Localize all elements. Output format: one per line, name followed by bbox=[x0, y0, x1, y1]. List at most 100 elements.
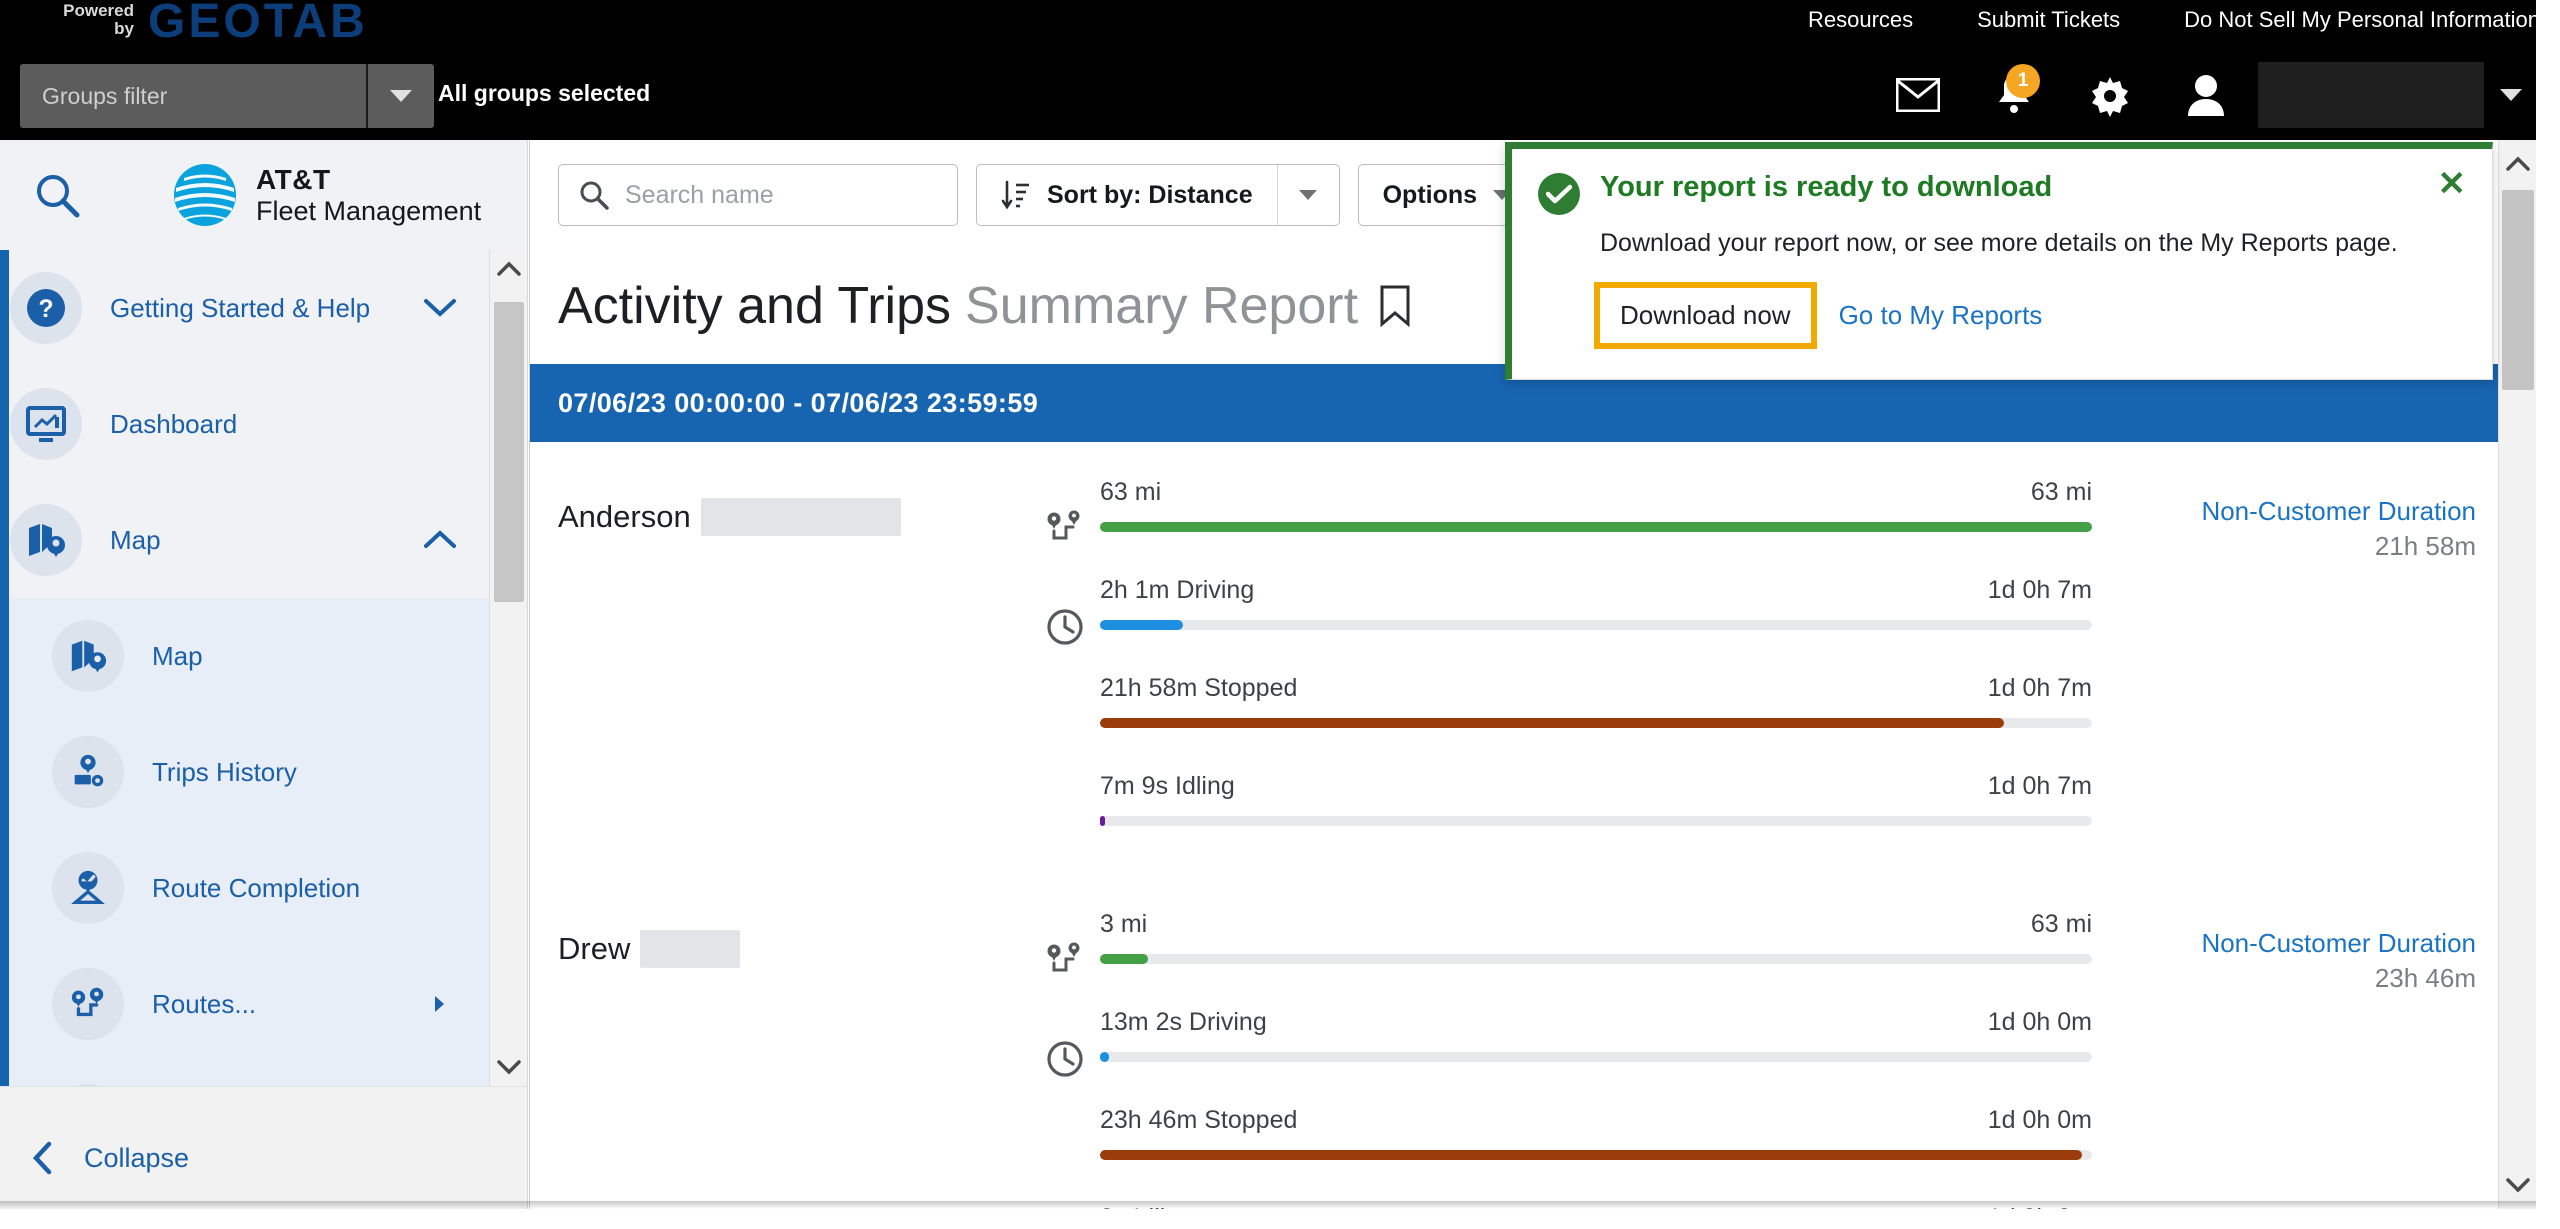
top-header-bar: Powered by GEOTAB Resources Submit Ticke… bbox=[0, 0, 2560, 140]
sidebar-scrollbar-thumb[interactable] bbox=[494, 302, 524, 602]
page-scrollbar-thumb[interactable] bbox=[2502, 190, 2534, 390]
sidebar-item-trips-history[interactable]: Trips History bbox=[0, 714, 527, 830]
user-icon[interactable] bbox=[2158, 58, 2254, 132]
report-title-primary: Activity and Trips bbox=[558, 277, 952, 335]
metric-bar-stopped: 23h 46m Stopped 1d 0h 0m bbox=[1100, 1106, 2092, 1204]
chevron-left-icon bbox=[32, 1141, 52, 1175]
att-brand-name: AT&T bbox=[256, 164, 331, 196]
non-customer-duration-link[interactable]: Non-Customer Duration bbox=[2092, 928, 2476, 959]
sidebar-search-button[interactable] bbox=[20, 158, 94, 232]
metric-track bbox=[1100, 816, 2092, 826]
powered-line-1: Powered bbox=[63, 1, 134, 20]
sidebar-nav-scroll: ? Getting Started & Help Dashboard Map M… bbox=[0, 250, 527, 1086]
metric-track bbox=[1100, 718, 2092, 728]
sidebar-item-dashboard[interactable]: Dashboard bbox=[0, 366, 527, 482]
metric-value-label: 23h 46m Stopped bbox=[1100, 1106, 1298, 1134]
metric-fill bbox=[1100, 816, 1105, 826]
route-completion-icon bbox=[52, 852, 124, 924]
chevron-right-icon bbox=[435, 996, 444, 1012]
metric-fill bbox=[1100, 954, 1148, 964]
routes-icon bbox=[52, 968, 124, 1040]
metric-icon-column bbox=[1030, 478, 1100, 870]
sidebar-item-label: Routes... bbox=[152, 988, 257, 1019]
user-menu-dropdown-button[interactable] bbox=[2484, 58, 2538, 132]
app-root: Powered by GEOTAB Resources Submit Ticke… bbox=[0, 0, 2560, 1229]
sort-by-dropdown-button[interactable] bbox=[1276, 165, 1339, 225]
close-icon[interactable]: ✕ bbox=[2438, 167, 2467, 201]
sidebar-item-map[interactable]: Map bbox=[0, 598, 527, 714]
bell-icon[interactable]: 1 bbox=[1966, 58, 2062, 132]
nav-link-submit-tickets[interactable]: Submit Tickets bbox=[1977, 7, 2120, 33]
search-input[interactable]: Search name bbox=[558, 164, 958, 226]
scroll-down-icon[interactable] bbox=[496, 1058, 522, 1076]
metric-max-label: 1d 0h 7m bbox=[1987, 674, 2092, 702]
notification-badge: 1 bbox=[2006, 64, 2040, 98]
sidebar-item-zones[interactable]: Zones... bbox=[0, 1062, 527, 1086]
sidebar: AT&T Fleet Management ? Getting Started … bbox=[0, 140, 528, 1229]
bookmark-icon[interactable] bbox=[1378, 284, 1412, 328]
driver-lastname-redacted bbox=[700, 498, 901, 536]
question-circle-icon: ? bbox=[10, 272, 82, 344]
sidebar-item-map-group[interactable]: Map bbox=[0, 482, 527, 598]
sidebar-item-getting-started[interactable]: ? Getting Started & Help bbox=[0, 250, 527, 366]
notification-body: Download your report now, or see more de… bbox=[1600, 229, 2398, 257]
metric-max-label: 63 mi bbox=[2030, 478, 2092, 506]
scroll-down-icon[interactable] bbox=[2499, 1165, 2537, 1205]
sort-by-control[interactable]: Sort by: Distance bbox=[976, 164, 1340, 226]
nav-link-do-not-sell[interactable]: Do Not Sell My Personal Information bbox=[2184, 7, 2540, 33]
chevron-down-icon bbox=[1299, 190, 1318, 200]
metric-bar-idling: 7m 9s Idling 1d 0h 7m bbox=[1100, 772, 2092, 870]
chevron-down-icon bbox=[390, 90, 412, 102]
date-range-label: 07/06/23 00:00:00 - 07/06/23 23:59:59 bbox=[558, 387, 1039, 418]
groups-filter-input[interactable]: Groups filter bbox=[20, 64, 366, 128]
metric-icon-spacer bbox=[1030, 1106, 1100, 1204]
metric-icon-spacer bbox=[1030, 674, 1100, 772]
metric-value-label: 21h 58m Stopped bbox=[1100, 674, 1298, 702]
powered-by-text: Powered by bbox=[40, 2, 134, 38]
nav-link-resources[interactable]: Resources bbox=[1808, 7, 1913, 33]
row-summary-cell: Non-Customer Duration 23h 46m bbox=[2092, 910, 2512, 1209]
metric-bar-stopped: 21h 58m Stopped 1d 0h 7m bbox=[1100, 674, 2092, 772]
page-bottom-shadow bbox=[0, 1201, 2560, 1209]
report-row: Drew 3 mi 63 mi 13m 2s Driving 1d 0h 0m 23h 4… bbox=[530, 886, 2512, 1209]
scroll-up-icon[interactable] bbox=[2499, 144, 2537, 184]
search-placeholder: Search name bbox=[625, 180, 774, 209]
sort-by-button[interactable]: Sort by: Distance bbox=[977, 165, 1277, 225]
driver-name: Anderson bbox=[558, 499, 691, 534]
metric-track bbox=[1100, 1150, 2092, 1160]
metric-icon-spacer bbox=[1030, 772, 1100, 870]
sidebar-item-routes[interactable]: Routes... bbox=[0, 946, 527, 1062]
options-label: Options bbox=[1382, 180, 1478, 209]
groups-filter-dropdown-button[interactable] bbox=[366, 64, 434, 128]
sidebar-item-label: Route Completion bbox=[152, 872, 361, 903]
map-icon bbox=[10, 504, 82, 576]
gear-icon[interactable] bbox=[2062, 58, 2158, 132]
metric-value-label: 63 mi bbox=[1100, 478, 1162, 506]
download-now-button[interactable]: Download now bbox=[1594, 282, 1817, 349]
metric-track bbox=[1100, 954, 2092, 964]
att-globe-icon bbox=[174, 164, 236, 226]
metric-icon-column bbox=[1030, 910, 1100, 1209]
sidebar-scrollbar[interactable] bbox=[489, 250, 527, 1086]
metric-max-label: 1d 0h 7m bbox=[1987, 772, 2092, 800]
sidebar-map-subgroup: Map Trips History Route Completion Route… bbox=[0, 598, 527, 1086]
username-redacted[interactable] bbox=[2258, 62, 2484, 128]
metric-value-label: 7m 9s Idling bbox=[1100, 772, 1235, 800]
row-summary-cell: Non-Customer Duration 21h 58m bbox=[2092, 478, 2512, 870]
mail-icon[interactable] bbox=[1870, 58, 1966, 132]
top-nav: Resources Submit Tickets Do Not Sell My … bbox=[1808, 7, 2540, 33]
page-right-margin bbox=[2536, 0, 2560, 1229]
route-pin-icon bbox=[1030, 910, 1100, 1008]
dashboard-icon bbox=[10, 388, 82, 460]
route-pin-icon bbox=[1030, 478, 1100, 576]
sort-by-label: Sort by: Distance bbox=[1047, 180, 1253, 209]
go-to-my-reports-link[interactable]: Go to My Reports bbox=[1839, 300, 2043, 331]
metric-max-label: 1d 0h 0m bbox=[1987, 1008, 2092, 1036]
non-customer-duration-link[interactable]: Non-Customer Duration bbox=[2092, 496, 2476, 527]
sidebar-item-route-completion[interactable]: Route Completion bbox=[0, 830, 527, 946]
report-rows: Anderson 63 mi 63 mi 2h 1m Driving 1d 0h 7m 2… bbox=[530, 442, 2512, 1209]
page-scrollbar[interactable] bbox=[2498, 140, 2536, 1209]
scroll-up-icon[interactable] bbox=[496, 260, 522, 278]
metric-value-label: 2h 1m Driving bbox=[1100, 576, 1255, 604]
groups-filter[interactable]: Groups filter bbox=[20, 64, 434, 128]
